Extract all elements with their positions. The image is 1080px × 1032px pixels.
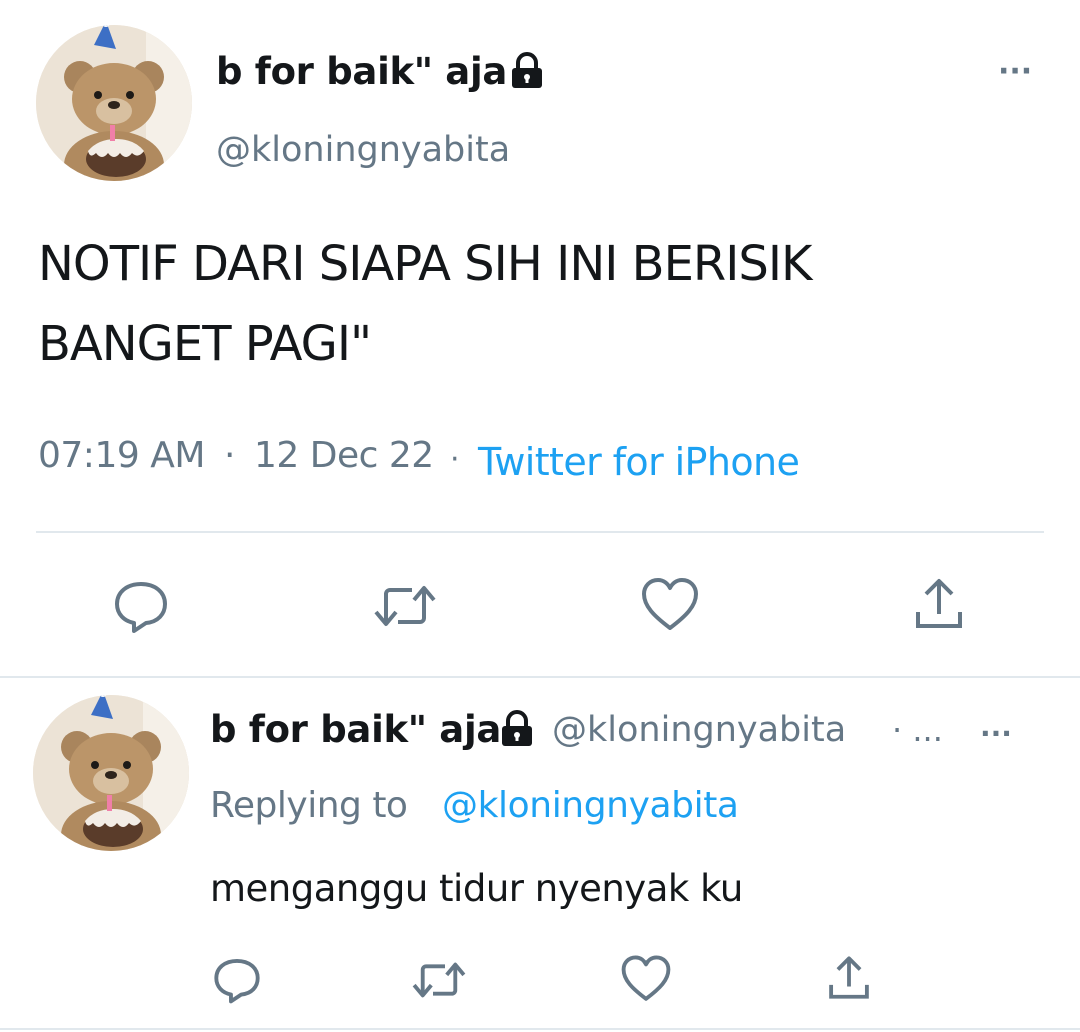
tweet-text-line-1: NOTIF DARI SIAPA SIH INI BERISIK: [38, 236, 812, 292]
meta-separator: ·: [450, 442, 460, 477]
author-name[interactable]: b for baik" aja: [216, 48, 507, 96]
reply-icon[interactable]: [212, 954, 262, 1004]
retweet-icon[interactable]: [372, 578, 438, 634]
divider: [0, 676, 1080, 678]
meta-truncation: · ...: [892, 711, 943, 749]
tweet-time: 07:19 AM: [38, 435, 205, 476]
meta-separator: ·: [224, 435, 236, 476]
share-icon[interactable]: [826, 954, 872, 1002]
lock-icon: [496, 708, 538, 750]
avatar[interactable]: [33, 695, 189, 851]
divider: [36, 531, 1044, 533]
tweet-text-line-2: BANGET PAGI": [38, 316, 372, 372]
lock-icon: [506, 50, 548, 92]
replying-to-handle-link[interactable]: @kloningnyabita: [442, 782, 739, 830]
divider: [0, 1028, 1080, 1030]
heart-icon[interactable]: [620, 954, 672, 1004]
share-icon[interactable]: [912, 576, 966, 632]
more-options-button[interactable]: ···: [980, 714, 1012, 754]
author-name[interactable]: b for baik" aja: [210, 706, 501, 754]
reply-icon[interactable]: [112, 576, 170, 634]
retweet-icon[interactable]: [410, 956, 468, 1004]
author-handle[interactable]: @kloningnyabita: [216, 126, 510, 174]
teddy-bear-avatar-icon: [36, 25, 192, 181]
tweet-source-link[interactable]: Twitter for iPhone: [478, 438, 800, 486]
avatar[interactable]: [36, 25, 192, 181]
replying-to-label: Replying to: [210, 785, 408, 826]
teddy-bear-avatar-icon: [33, 695, 189, 851]
heart-icon[interactable]: [640, 576, 700, 634]
reply-text: menganggu tidur nyenyak ku: [210, 867, 743, 910]
author-handle[interactable]: @kloningnyabita: [552, 706, 846, 754]
tweet-date: 12 Dec 22: [254, 435, 434, 476]
more-options-button[interactable]: ···: [998, 52, 1032, 92]
